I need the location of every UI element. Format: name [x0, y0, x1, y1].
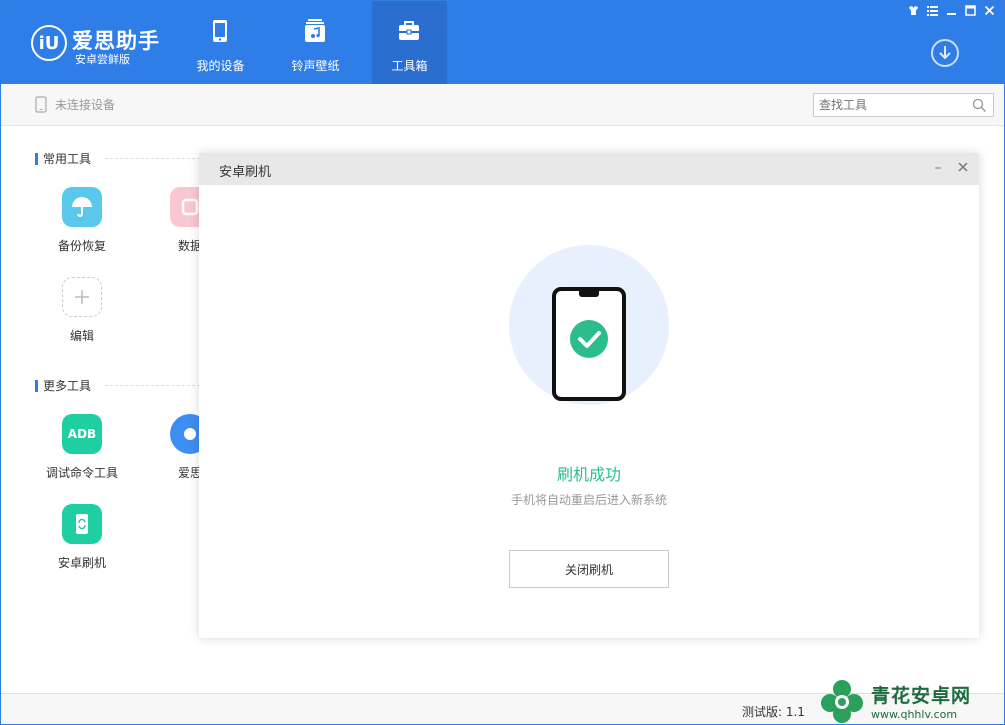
tab-ringtones[interactable]: 铃声壁纸 [278, 1, 353, 84]
refresh-phone-icon [62, 504, 102, 544]
device-status-text: 未连接设备 [55, 98, 116, 112]
watermark-text: 青花安卓网 www.qhhlv.com [871, 681, 971, 721]
section-divider [105, 158, 201, 159]
search-box [813, 93, 994, 117]
close-icon[interactable] [981, 5, 998, 20]
tab-toolbox[interactable]: 工具箱 [372, 1, 447, 84]
watermark: 青花安卓网 www.qhhlv.com [819, 675, 1004, 724]
search-input[interactable] [814, 94, 964, 116]
device-bar: 未连接设备 [1, 84, 1004, 126]
section-common-tools: 常用工具 [35, 150, 201, 167]
app-logo: iU [31, 25, 67, 61]
dialog-minimize-icon[interactable]: – [929, 159, 947, 177]
tool-label: 备份恢复 [57, 239, 106, 253]
search-icon[interactable] [972, 98, 987, 113]
phone-success-icon [552, 287, 626, 401]
version-text: 测试版: 1.1 [742, 705, 805, 719]
close-flash-button[interactable]: 关闭刷机 [509, 550, 669, 588]
watermark-url: www.qhhlv.com [871, 707, 958, 721]
menu-icon[interactable] [924, 5, 941, 20]
app-subtitle: 安卓尝鲜版 [75, 53, 130, 66]
adb-icon-text: ADB [67, 427, 97, 441]
success-message: 手机将自动重启后进入新系统 [510, 493, 667, 507]
section-divider [105, 385, 201, 386]
toolbox-icon [399, 21, 419, 40]
section-more-tools: 更多工具 [35, 377, 201, 394]
download-button[interactable] [931, 39, 959, 67]
device-status: 未连接设备 [35, 96, 115, 113]
section-title-text: 常用工具 [43, 152, 92, 166]
download-arrow-icon [939, 46, 951, 60]
tool-android-flash[interactable]: 安卓刷机 [32, 504, 132, 571]
umbrella-icon [62, 187, 102, 227]
window-controls [905, 5, 998, 20]
tab-label: 铃声壁纸 [291, 59, 340, 73]
tool-label: 调试命令工具 [45, 466, 118, 480]
flash-dialog: 安卓刷机 – 刷机成功 手机将自动重启后进入新系统 关闭刷机 [199, 153, 979, 638]
watermark-title: 青花安卓网 [871, 684, 972, 707]
flower-logo-icon [821, 679, 863, 723]
minimize-icon[interactable] [943, 5, 960, 20]
adb-icon: ADB [62, 414, 102, 454]
tool-adb[interactable]: ADB 调试命令工具 [32, 414, 132, 481]
maximize-icon[interactable] [962, 5, 979, 20]
header-bar: iU 爱思助手 安卓尝鲜版 我的设备 铃声壁纸 工具箱 [1, 1, 1004, 84]
tool-backup-restore[interactable]: 备份恢复 [32, 187, 132, 254]
app-window: iU 爱思助手 安卓尝鲜版 我的设备 铃声壁纸 工具箱 未连接设备 查找工具 常… [0, 0, 1005, 725]
section-marker [35, 379, 38, 392]
tool-label: 编辑 [69, 329, 94, 343]
success-illustration [509, 245, 669, 405]
tab-label: 工具箱 [391, 59, 428, 73]
phone-outline-icon [35, 96, 47, 113]
skin-icon[interactable] [905, 5, 922, 20]
plus-icon [62, 277, 102, 317]
dialog-title: 安卓刷机 [219, 165, 272, 180]
music-icon [305, 19, 325, 42]
section-title-text: 更多工具 [43, 379, 92, 393]
phone-icon [213, 20, 227, 42]
tool-label: 安卓刷机 [57, 556, 106, 570]
tool-edit[interactable]: 编辑 [32, 277, 132, 344]
dialog-header: 安卓刷机 – [199, 153, 979, 185]
tab-my-device[interactable]: 我的设备 [183, 1, 258, 84]
logo-text: iU [38, 32, 60, 54]
success-title: 刷机成功 [556, 465, 621, 484]
section-marker [35, 152, 38, 165]
dialog-close-icon[interactable] [954, 159, 972, 177]
tab-label: 我的设备 [196, 59, 245, 73]
